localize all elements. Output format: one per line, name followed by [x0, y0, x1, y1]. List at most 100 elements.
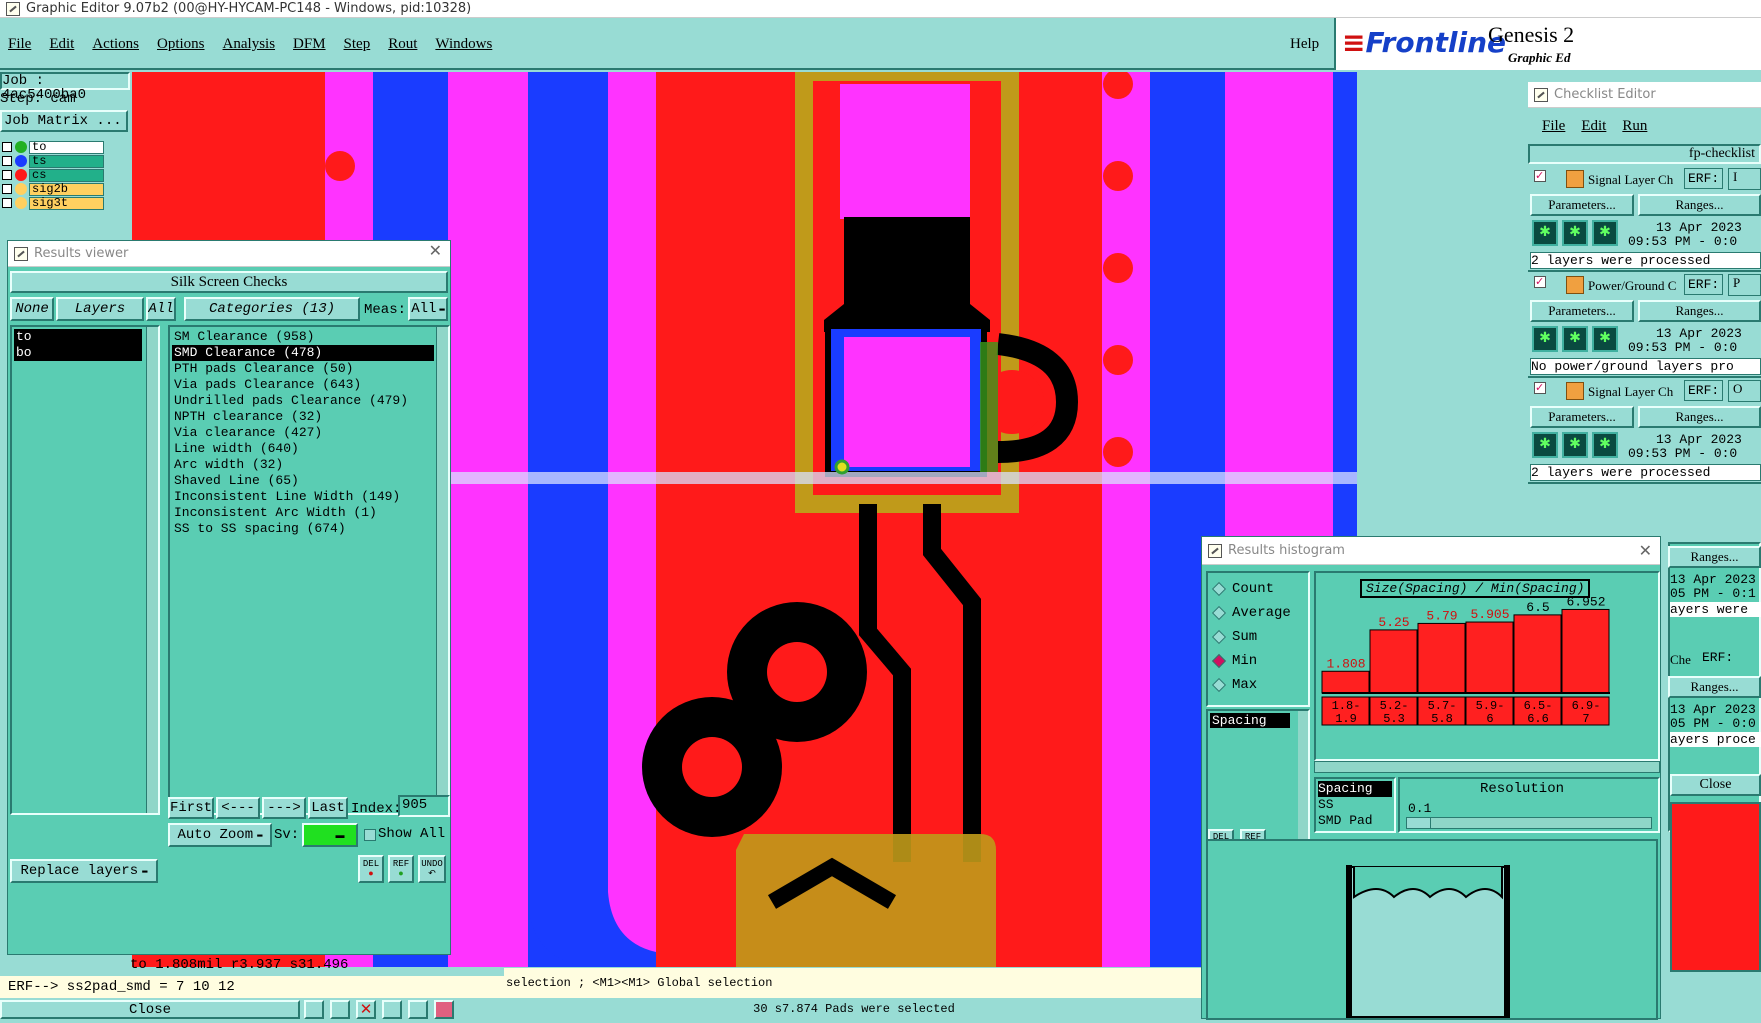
results-viewer-titlebar[interactable]: Results viewer ✕ [8, 241, 450, 267]
tool-icon[interactable] [330, 1000, 350, 1019]
erf-side[interactable]: I [1728, 168, 1761, 190]
menu-rout[interactable]: Rout [388, 36, 417, 53]
last-button[interactable]: Last [308, 797, 348, 819]
histogram-list[interactable]: Spacing [1206, 709, 1310, 849]
replace-layers-select[interactable]: Replace layers ▬ [10, 859, 158, 883]
first-button[interactable]: First [168, 797, 214, 819]
category-item[interactable]: Arc width (32) [172, 457, 446, 473]
category-item[interactable]: Inconsistent Line Width (149) [172, 489, 446, 505]
run-icon[interactable]: ✱ [1532, 220, 1558, 246]
histogram-bar[interactable] [1465, 621, 1514, 694]
layer-list-item[interactable]: to [14, 329, 142, 345]
histogram-bar[interactable] [1321, 670, 1370, 694]
category-list[interactable]: SM Clearance (958) SMD Clearance (478) PTH… [168, 325, 450, 815]
layer-checkbox[interactable] [2, 170, 12, 180]
close-icon[interactable]: ✕ [1639, 541, 1652, 560]
menu-options[interactable]: Options [157, 36, 205, 53]
del-button[interactable]: DEL ● [358, 855, 384, 883]
checklist-menu-file[interactable]: File [1542, 118, 1565, 135]
layer-row[interactable]: cs [0, 168, 104, 182]
ref-button[interactable]: REF ● [388, 855, 414, 883]
category-item[interactable]: PTH pads Clearance (50) [172, 361, 446, 377]
filter-item[interactable]: SS [1318, 797, 1392, 813]
menu-windows[interactable]: Windows [435, 36, 492, 53]
category-item[interactable]: Shaved Line (65) [172, 473, 446, 489]
show-all-checkbox[interactable] [364, 829, 376, 841]
layer-row[interactable]: sig2b [0, 182, 104, 196]
parameters-button[interactable]: Parameters... [1530, 194, 1634, 216]
checklist-menu-run[interactable]: Run [1622, 118, 1647, 135]
job-matrix-button[interactable]: Job Matrix ... [0, 110, 128, 132]
tool-icon[interactable] [434, 1000, 454, 1019]
check-icon[interactable]: ✓ [1534, 170, 1546, 182]
category-item[interactable]: Undrilled pads Clearance (479) [172, 393, 446, 409]
menu-help[interactable]: Help [1290, 36, 1319, 53]
mode-radio-min[interactable]: Min [1211, 649, 1302, 673]
menu-analysis[interactable]: Analysis [223, 36, 276, 53]
tool-icon[interactable] [304, 1000, 324, 1019]
mode-radio-max[interactable]: Max [1211, 673, 1302, 697]
run-icon[interactable]: ✱ [1592, 326, 1618, 352]
erf-side[interactable]: P [1728, 274, 1761, 296]
histogram-list-item[interactable]: Spacing [1210, 713, 1290, 728]
filter-item[interactable]: Spacing [1318, 781, 1392, 797]
layer-checkbox[interactable] [2, 142, 12, 152]
histogram-bar[interactable] [1513, 614, 1562, 694]
tool-icon[interactable] [382, 1000, 402, 1019]
layer-checkbox[interactable] [2, 184, 12, 194]
layer-row[interactable]: to [0, 140, 104, 154]
layer-checkbox[interactable] [2, 156, 12, 166]
ranges-button[interactable]: Ranges... [1638, 300, 1761, 322]
category-item[interactable]: NPTH clearance (32) [172, 409, 446, 425]
results-histogram-titlebar[interactable]: Results histogram ✕ [1202, 537, 1660, 565]
filter-item[interactable]: SMD Pad [1318, 813, 1392, 829]
category-item[interactable]: SS to SS spacing (674) [172, 521, 446, 537]
mode-radio-count[interactable]: Count [1211, 577, 1302, 601]
checklist-editor-titlebar[interactable]: Checklist Editor [1528, 82, 1761, 108]
layer-row[interactable]: ts [0, 154, 104, 168]
histogram-bar[interactable] [1417, 622, 1466, 694]
run-icon[interactable]: ✱ [1532, 432, 1558, 458]
next-button[interactable]: ---> [262, 797, 306, 819]
run-icon[interactable]: ✱ [1532, 326, 1558, 352]
menu-edit[interactable]: Edit [49, 36, 74, 53]
ranges-button[interactable]: Ranges... [1668, 676, 1761, 698]
histogram-bar[interactable] [1561, 608, 1610, 694]
category-item[interactable]: Via pads Clearance (643) [172, 377, 446, 393]
resolution-slider[interactable] [1406, 817, 1652, 829]
parameters-button[interactable]: Parameters... [1530, 406, 1634, 428]
menu-actions[interactable]: Actions [92, 36, 139, 53]
category-item[interactable]: SM Clearance (958) [172, 329, 446, 345]
category-item[interactable]: Inconsistent Arc Width (1) [172, 505, 446, 521]
sv-color-select[interactable]: ▬ [302, 823, 358, 847]
layer-list[interactable]: to bo [10, 325, 160, 815]
menu-file[interactable]: File [8, 36, 31, 53]
checklist-menu-edit[interactable]: Edit [1581, 118, 1606, 135]
category-item[interactable]: Via clearance (427) [172, 425, 446, 441]
tool-icon[interactable] [408, 1000, 428, 1019]
check-icon[interactable]: ✓ [1534, 276, 1546, 288]
auto-zoom-select[interactable]: Auto Zoom ▬ [168, 823, 272, 847]
layer-row[interactable]: sig3t [0, 196, 104, 210]
run-icon[interactable]: ✱ [1562, 432, 1588, 458]
run-icon[interactable]: ✱ [1562, 326, 1588, 352]
mode-radio-average[interactable]: Average [1211, 601, 1302, 625]
undo-button[interactable]: UNDO ↶ [418, 855, 446, 883]
close-icon[interactable]: ✕ [429, 241, 442, 260]
meas-select[interactable]: All ▬ [408, 297, 448, 321]
run-icon[interactable]: ✱ [1592, 220, 1618, 246]
checklist-close-button[interactable]: Close [1670, 774, 1761, 796]
histogram-list-scrollbar[interactable] [1298, 711, 1308, 847]
run-icon[interactable]: ✱ [1592, 432, 1618, 458]
tool-icon[interactable]: ✕ [356, 1000, 376, 1019]
ranges-button[interactable]: Ranges... [1638, 194, 1761, 216]
run-icon[interactable]: ✱ [1562, 220, 1588, 246]
all-layers-button[interactable]: All [146, 297, 176, 321]
category-item[interactable]: Line width (640) [172, 441, 446, 457]
ranges-button[interactable]: Ranges... [1638, 406, 1761, 428]
histogram-bar[interactable] [1369, 629, 1418, 694]
close-button[interactable]: Close [0, 1000, 300, 1019]
menu-dfm[interactable]: DFM [293, 36, 326, 53]
category-list-scrollbar[interactable] [436, 327, 448, 813]
prev-button[interactable]: <--- [216, 797, 260, 819]
